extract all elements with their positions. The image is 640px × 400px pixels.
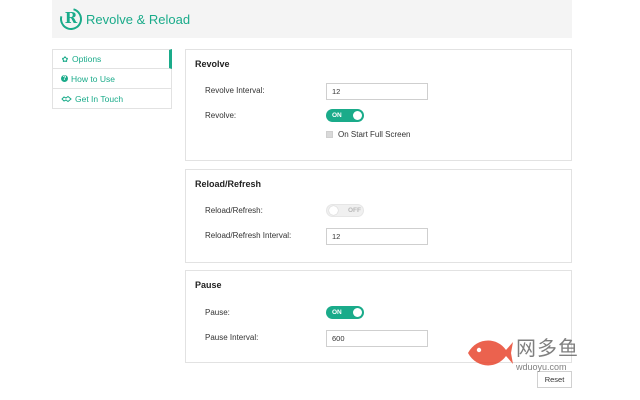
sidebar-nav: ✿ Options ? How to Use Get In Touch [52, 49, 172, 109]
revolve-toggle-label: Revolve: [205, 111, 237, 120]
watermark-url: wduoyu.com [516, 362, 567, 372]
reload-toggle[interactable]: OFF [326, 204, 364, 217]
reload-panel: Reload/Refresh Reload/Refresh: OFF Reloa… [185, 169, 572, 263]
toggle-state-text: OFF [348, 207, 361, 214]
fullscreen-label: On Start Full Screen [338, 130, 411, 139]
watermark: 网多鱼 wduoyu.com [462, 332, 579, 374]
sidebar-item-label: Get In Touch [75, 93, 124, 104]
sidebar-item-how-to-use[interactable]: ? How to Use [52, 69, 172, 89]
handshake-icon [61, 95, 72, 103]
fullscreen-checkbox[interactable] [326, 131, 333, 138]
sidebar-item-get-in-touch[interactable]: Get In Touch [52, 89, 172, 109]
question-circle-icon: ? [61, 75, 68, 82]
revolve-logo-icon: R [55, 3, 87, 35]
panel-title: Reload/Refresh [195, 179, 262, 189]
pause-toggle-label: Pause: [205, 308, 230, 317]
pause-interval-input[interactable]: 600 [326, 330, 428, 347]
panel-title: Revolve [195, 59, 230, 69]
watermark-name: 网多鱼 [516, 338, 579, 360]
app-header: R Revolve & Reload [52, 0, 572, 38]
revolve-interval-label: Revolve Interval: [205, 86, 265, 95]
toggle-state-text: ON [332, 112, 342, 119]
fish-logo-icon [468, 340, 513, 366]
sidebar-item-label: Options [72, 54, 102, 64]
sidebar-item-options[interactable]: ✿ Options [52, 49, 172, 69]
revolve-interval-input[interactable]: 12 [326, 83, 428, 100]
gear-icon: ✿ [61, 54, 69, 64]
pause-interval-label: Pause Interval: [205, 333, 259, 342]
reload-interval-input[interactable]: 12 [326, 228, 428, 245]
reload-interval-label: Reload/Refresh Interval: [205, 231, 292, 240]
revolve-panel: Revolve Revolve Interval: 12 Revolve: ON… [185, 49, 572, 161]
fullscreen-checkbox-row[interactable]: On Start Full Screen [326, 130, 410, 139]
toggle-state-text: ON [332, 309, 342, 316]
pause-toggle[interactable]: ON [326, 306, 364, 319]
reload-toggle-label: Reload/Refresh: [205, 206, 263, 215]
revolve-toggle[interactable]: ON [326, 109, 364, 122]
panel-title: Pause [195, 280, 222, 290]
sidebar-item-label: How to Use [71, 73, 115, 84]
app-title: Revolve & Reload [86, 11, 191, 27]
